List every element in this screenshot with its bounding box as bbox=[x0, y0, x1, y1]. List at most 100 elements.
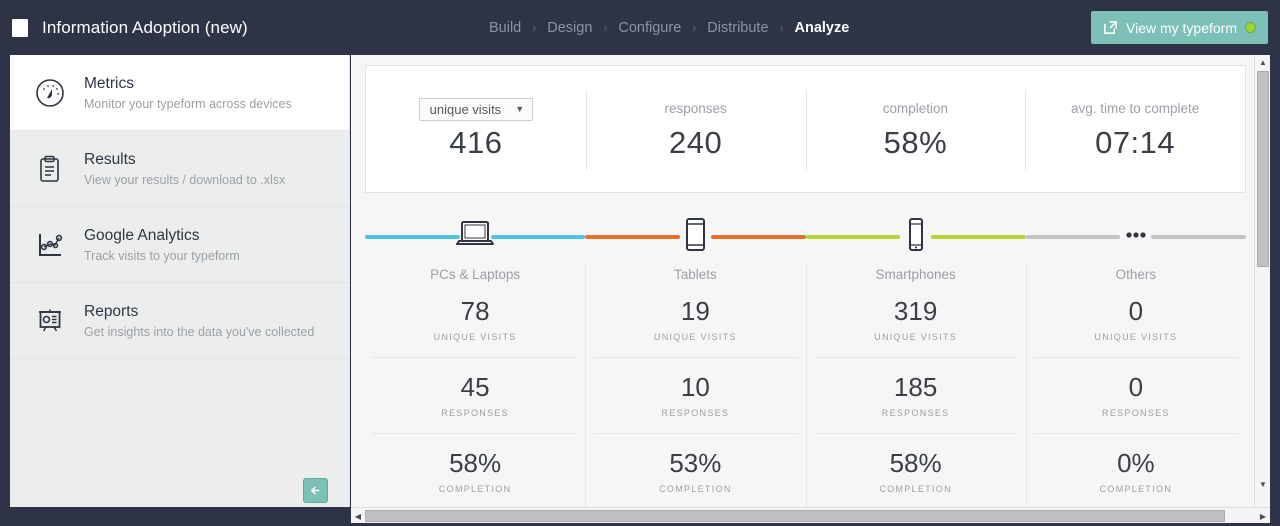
arrow-left-icon bbox=[311, 486, 320, 495]
device-unique-visits-others: 0 UNIQUE VISITS bbox=[1026, 282, 1246, 358]
device-unique-visits-caption: UNIQUE VISITS bbox=[433, 332, 517, 342]
device-responses-tablets: 10 RESPONSES bbox=[585, 358, 805, 434]
device-unique-visits-pcs-laptops: 78 UNIQUE VISITS bbox=[365, 282, 585, 358]
device-unique-visits-caption: UNIQUE VISITS bbox=[874, 332, 958, 342]
breadcrumb-item-analyze[interactable]: Analyze bbox=[795, 20, 850, 36]
device-responses-value: 185 bbox=[893, 372, 938, 402]
device-column-smartphones: Smartphones 319 UNIQUE VISITS 185 RESPON… bbox=[805, 207, 1026, 507]
device-completion-caption: COMPLETION bbox=[1099, 484, 1173, 494]
clipboard-icon bbox=[40, 155, 59, 182]
sidebar-item-results[interactable]: Results View your results / download to … bbox=[10, 131, 349, 207]
unique-visits-select[interactable]: unique visits ▼ bbox=[418, 97, 534, 121]
device-line-right bbox=[1151, 235, 1246, 239]
top-bar: Information Adoption (new) Build › Desig… bbox=[0, 0, 1280, 55]
metrics-panel: unique visits ▼ 416 responses 240 comple… bbox=[351, 55, 1270, 507]
device-responses-value: 45 bbox=[460, 372, 490, 402]
chevron-right-icon: › bbox=[532, 20, 537, 35]
device-completion-value: 58% bbox=[449, 448, 502, 478]
chevron-right-icon: › bbox=[779, 20, 784, 35]
vertical-scrollbar-thumb[interactable] bbox=[1257, 71, 1269, 267]
avg-time-value: 07:14 bbox=[1095, 125, 1176, 160]
breadcrumb-item-build[interactable]: Build bbox=[489, 20, 521, 36]
device-responses-value: 0 bbox=[1128, 372, 1144, 402]
device-column-tablets: Tablets 19 UNIQUE VISITS 10 RESPONSES 53… bbox=[585, 207, 806, 507]
chevron-right-icon: › bbox=[692, 20, 697, 35]
device-line-right bbox=[710, 235, 806, 239]
sidebar-item-google-analytics[interactable]: Google Analytics Track visits to your ty… bbox=[10, 207, 349, 283]
device-completion-tablets: 53% COMPLETION bbox=[585, 434, 805, 507]
collapse-sidebar-button[interactable] bbox=[303, 478, 328, 503]
completion-value: 58% bbox=[883, 125, 948, 160]
sidebar-item-metrics-text: Metrics Monitor your typeform across dev… bbox=[84, 74, 292, 110]
device-completion-others: 0% COMPLETION bbox=[1026, 434, 1246, 507]
ellipsis-icon bbox=[1126, 232, 1146, 238]
avg-time-label: avg. time to complete bbox=[1070, 100, 1200, 116]
device-responses-pcs-laptops: 45 RESPONSES bbox=[365, 358, 585, 434]
device-responses-others: 0 RESPONSES bbox=[1026, 358, 1246, 434]
speedometer-icon bbox=[36, 78, 64, 107]
device-responses-caption: RESPONSES bbox=[661, 408, 730, 418]
scroll-up-button[interactable]: ▲ bbox=[1257, 55, 1269, 69]
device-unique-visits-value: 319 bbox=[893, 296, 938, 326]
device-unique-visits-value: 19 bbox=[680, 296, 710, 326]
breadcrumb: Build › Design › Configure › Distribute … bbox=[489, 0, 849, 55]
scroll-down-button[interactable]: ▼ bbox=[1257, 477, 1269, 491]
device-unique-visits-smartphones: 319 UNIQUE VISITS bbox=[806, 282, 1026, 358]
unique-visits-value: 416 bbox=[449, 124, 503, 160]
device-responses-smartphones: 185 RESPONSES bbox=[806, 358, 1026, 434]
scroll-left-button[interactable]: ◀ bbox=[351, 510, 365, 522]
device-breakdown-grid: PCs & Laptops 78 UNIQUE VISITS 45 RESPON… bbox=[365, 207, 1246, 507]
sidebar-item-results-text: Results View your results / download to … bbox=[84, 150, 285, 186]
sidebar-item-metrics[interactable]: Metrics Monitor your typeform across dev… bbox=[10, 55, 349, 131]
external-link-icon bbox=[1104, 21, 1117, 34]
form-icon bbox=[12, 18, 31, 37]
view-my-typeform-label: View my typeform bbox=[1126, 19, 1237, 36]
sidebar-item-google-analytics-title: Google Analytics bbox=[84, 227, 200, 245]
sidebar-item-google-analytics-text: Google Analytics Track visits to your ty… bbox=[84, 226, 240, 262]
unique-visits-select-label: unique visits bbox=[429, 101, 502, 117]
device-header-pcs-laptops bbox=[365, 207, 586, 263]
horizontal-scrollbar-thumb[interactable] bbox=[365, 510, 1225, 522]
breadcrumb-item-configure[interactable]: Configure bbox=[618, 20, 681, 36]
smartphone-icon bbox=[908, 218, 923, 251]
summary-card: unique visits ▼ 416 responses 240 comple… bbox=[365, 65, 1246, 193]
device-completion-smartphones: 58% COMPLETION bbox=[806, 434, 1026, 507]
responses-label: responses bbox=[664, 100, 727, 116]
horizontal-scrollbar[interactable]: ◀ ▶ bbox=[351, 507, 1270, 523]
sidebar-item-results-title: Results bbox=[84, 151, 136, 169]
sidebar-item-reports[interactable]: Reports Get insights into the data you'v… bbox=[10, 283, 349, 359]
device-completion-value: 58% bbox=[889, 448, 942, 478]
sidebar-item-google-analytics-subtitle: Track visits to your typeform bbox=[84, 248, 240, 263]
device-line-left bbox=[1025, 235, 1121, 239]
device-column-others: Others 0 UNIQUE VISITS 0 RESPONSES 0% CO… bbox=[1025, 207, 1246, 507]
view-my-typeform-button[interactable]: View my typeform bbox=[1091, 11, 1268, 44]
sidebar-item-results-subtitle: View your results / download to .xlsx bbox=[84, 172, 286, 187]
device-responses-caption: RESPONSES bbox=[441, 408, 509, 418]
breadcrumb-item-distribute[interactable]: Distribute bbox=[707, 20, 768, 36]
device-responses-caption: RESPONSES bbox=[1102, 408, 1170, 418]
device-responses-caption: RESPONSES bbox=[881, 408, 950, 418]
device-header-smartphones bbox=[805, 207, 1026, 263]
breadcrumb-item-design[interactable]: Design bbox=[547, 20, 592, 36]
scatter-chart-icon bbox=[39, 233, 63, 256]
summary-cell-responses: responses 240 bbox=[585, 66, 806, 192]
responses-value: 240 bbox=[669, 125, 723, 160]
scroll-right-button[interactable]: ▶ bbox=[1256, 510, 1270, 522]
device-unique-visits-value: 78 bbox=[460, 296, 490, 326]
device-name-smartphones: Smartphones bbox=[875, 267, 956, 282]
device-unique-visits-tablets: 19 UNIQUE VISITS bbox=[585, 282, 805, 358]
vertical-scrollbar[interactable]: ▲ ▼ bbox=[1254, 55, 1270, 507]
device-name-pcs-laptops: PCs & Laptops bbox=[430, 267, 521, 282]
sidebar-item-reports-text: Reports Get insights into the data you'v… bbox=[84, 302, 314, 338]
page-title: Information Adoption (new) bbox=[42, 17, 248, 37]
device-column-pcs-laptops: PCs & Laptops 78 UNIQUE VISITS 45 RESPON… bbox=[365, 207, 586, 507]
device-completion-value: 0% bbox=[1117, 448, 1155, 478]
summary-cell-completion: completion 58% bbox=[805, 66, 1026, 192]
device-completion-pcs-laptops: 58% COMPLETION bbox=[365, 434, 585, 507]
device-line-left bbox=[805, 235, 901, 239]
summary-cell-avg-time: avg. time to complete 07:14 bbox=[1025, 66, 1245, 192]
sidebar-item-metrics-subtitle: Monitor your typeform across devices bbox=[84, 96, 292, 111]
device-line-left bbox=[585, 235, 680, 239]
device-completion-caption: COMPLETION bbox=[659, 484, 732, 494]
device-completion-caption: COMPLETION bbox=[879, 484, 952, 494]
